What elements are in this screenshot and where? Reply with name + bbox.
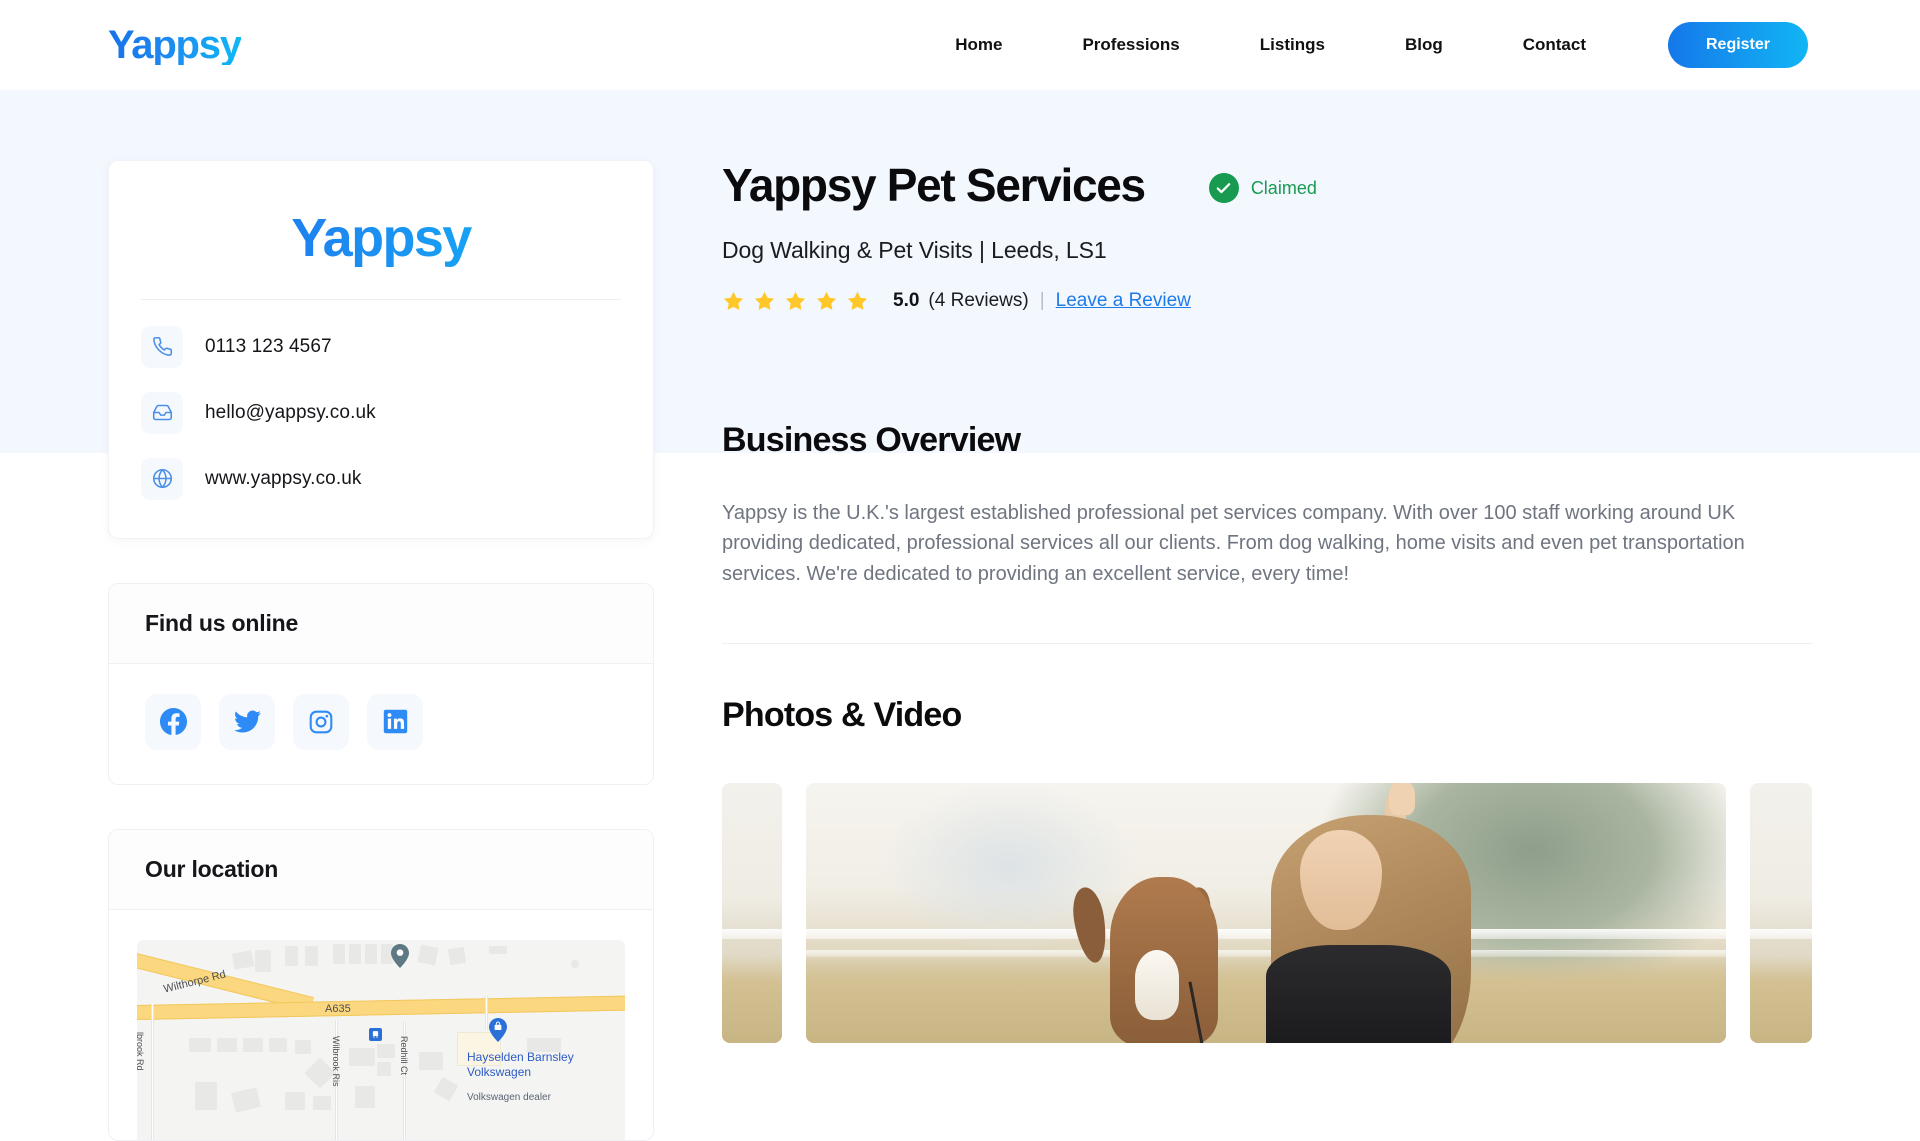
contact-row-website[interactable]: www.yappsy.co.uk — [141, 457, 621, 500]
map-road-a635 — [137, 994, 625, 1020]
nav-item-professions[interactable]: Professions — [1042, 35, 1219, 55]
card-divider — [141, 298, 621, 300]
map-pin-primary — [391, 943, 409, 968]
globe-icon — [141, 457, 183, 500]
section-divider — [722, 643, 1812, 645]
map-pin-poi — [489, 1017, 507, 1042]
social-panel-header: Find us online — [109, 583, 653, 664]
nav-item-listings[interactable]: Listings — [1220, 35, 1365, 55]
claimed-label: Claimed — [1250, 177, 1317, 198]
overview-heading: Business Overview — [722, 420, 1021, 459]
carousel-slide-next[interactable] — [1750, 783, 1812, 1044]
business-logo: Yappsy — [141, 191, 621, 291]
social-panel-body — [109, 664, 653, 784]
content-wrapper: Yappsy 0113 123 4567 hello@yappsy.co.uk … — [0, 90, 1920, 1141]
social-panel: Find us online — [108, 582, 654, 785]
social-links-row — [145, 693, 617, 750]
rating-score: 5.0 — [893, 290, 920, 312]
instagram-icon[interactable] — [293, 693, 349, 750]
map-poi-category: Volkswagen dealer — [467, 1091, 551, 1103]
rating-separator: | — [1039, 290, 1045, 312]
twitter-icon[interactable] — [219, 693, 275, 750]
main-navigation: Home Professions Listings Blog Contact R… — [915, 22, 1808, 68]
site-header: Yappsy Home Professions Listings Blog Co… — [0, 0, 1920, 90]
main-column: Yappsy Pet Services Claimed Dog Walking … — [722, 90, 1812, 1141]
contact-row-phone[interactable]: 0113 123 4567 — [141, 325, 621, 368]
location-panel: Our location Wilthorpe Rd A635 Wilbrook … — [108, 828, 654, 1141]
facebook-icon[interactable] — [145, 693, 201, 750]
star-icon — [816, 291, 837, 310]
location-panel-body: Wilthorpe Rd A635 Wilbrook Ris Redhill C… — [109, 939, 653, 1140]
carousel-slide-active[interactable] — [806, 783, 1726, 1044]
overview-body: Yappsy is the U.K.'s largest established… — [722, 501, 1745, 585]
map-transit-icon — [369, 1027, 382, 1041]
business-subtitle: Dog Walking & Pet Visits | Leeds, LS1 — [722, 236, 1107, 263]
social-panel-title: Find us online — [145, 609, 299, 636]
phone-icon — [141, 325, 183, 368]
map-label-redhill: Redhill Ct — [399, 1035, 409, 1075]
location-panel-header: Our location — [109, 829, 653, 910]
status-badge: Claimed — [1208, 173, 1317, 204]
inbox-icon — [141, 391, 183, 434]
sidebar-column: Yappsy 0113 123 4567 hello@yappsy.co.uk … — [108, 90, 654, 1141]
email-value: hello@yappsy.co.uk — [205, 401, 376, 423]
site-logo[interactable]: Yappsy — [108, 25, 242, 65]
rating-count: (4 Reviews) — [928, 290, 1029, 312]
page-title: Yappsy Pet Services — [722, 159, 1146, 211]
contact-card: Yappsy 0113 123 4567 hello@yappsy.co.uk … — [108, 160, 654, 539]
carousel-slide-prev[interactable] — [722, 783, 782, 1044]
business-header: Yappsy Pet Services Claimed — [722, 160, 1812, 211]
contact-row-email[interactable]: hello@yappsy.co.uk — [141, 391, 621, 434]
star-icon — [754, 291, 775, 310]
location-map[interactable]: Wilthorpe Rd A635 Wilbrook Ris Redhill C… — [137, 939, 625, 1140]
photo-carousel[interactable] — [722, 783, 1812, 1044]
nav-item-contact[interactable]: Contact — [1483, 35, 1626, 55]
page-body: Yappsy 0113 123 4567 hello@yappsy.co.uk … — [0, 90, 1920, 1141]
linkedin-icon[interactable] — [367, 693, 423, 750]
leave-review-link[interactable]: Leave a Review — [1056, 290, 1191, 312]
map-label-brook-rd: lbrook Rd — [137, 1031, 145, 1071]
rating-row: 5.0 (4 Reviews) | Leave a Review — [722, 290, 1812, 313]
website-value: www.yappsy.co.uk — [205, 467, 362, 489]
nav-item-blog[interactable]: Blog — [1365, 35, 1483, 55]
phone-value: 0113 123 4567 — [205, 335, 332, 357]
map-poi-name: Hayselden Barnsley Volkswagen — [467, 1049, 574, 1079]
photos-heading: Photos & Video — [722, 696, 962, 735]
nav-item-home[interactable]: Home — [915, 35, 1042, 55]
star-icon — [723, 291, 744, 310]
register-button[interactable]: Register — [1668, 22, 1808, 68]
star-icon — [785, 291, 806, 310]
location-panel-title: Our location — [145, 855, 279, 882]
map-label-wilbrook: Wilbrook Ris — [331, 1035, 341, 1087]
map-label-a635: A635 — [325, 1002, 351, 1015]
star-icon — [847, 291, 868, 310]
star-rating — [722, 290, 869, 313]
check-circle-icon — [1208, 173, 1239, 204]
